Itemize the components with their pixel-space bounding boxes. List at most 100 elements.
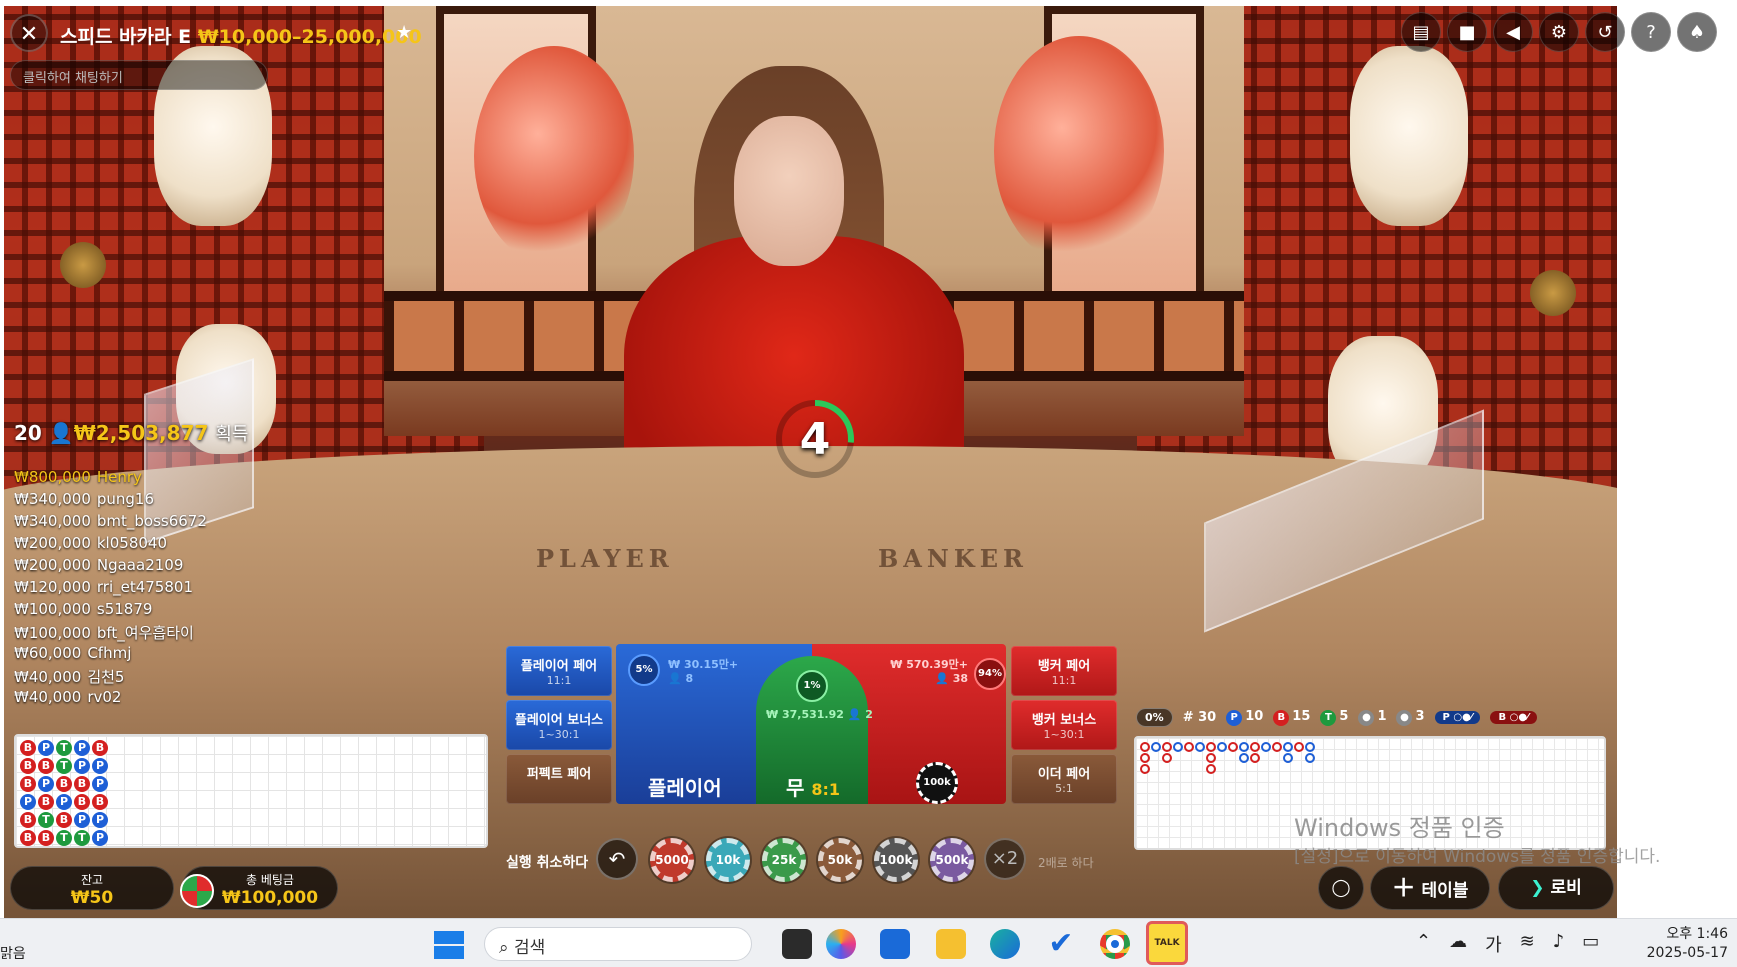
big-road-marker — [1140, 753, 1150, 763]
big-road-marker — [1206, 742, 1216, 752]
lobby-game-icon[interactable]: ♠ — [1677, 12, 1717, 52]
player-bonus-label: 플레이어 보너스 — [514, 713, 604, 728]
dealer-face — [734, 116, 844, 266]
balance-box: 잔고 ₩50 — [10, 866, 174, 910]
winner-amount: ₩340,000 — [14, 490, 91, 508]
tie-odds: 8:1 — [811, 780, 841, 799]
top-toolbar: ▤ ■ ◀ ⚙ ↺ ? ♠ — [1401, 12, 1717, 52]
winner-amount: ₩40,000 — [14, 668, 82, 686]
lobby-button[interactable]: ❯ 로비 — [1498, 866, 1614, 910]
weather-widget[interactable]: 맑음 — [0, 943, 26, 963]
winners-summary: 20 👤₩2,503,877 획득 — [14, 420, 248, 446]
double-button[interactable]: ×2 — [984, 838, 1026, 880]
sound-icon[interactable]: ◀ — [1493, 12, 1533, 52]
big-road-marker — [1228, 742, 1238, 752]
chat-input[interactable]: 클릭하여 채팅하기 — [10, 60, 268, 90]
banker-bonus-bet[interactable]: 뱅커 보너스 1~30:1 — [1011, 700, 1117, 750]
bead: T — [38, 812, 54, 828]
winners-label: 획득 — [215, 424, 249, 445]
big-road-marker — [1140, 764, 1150, 774]
stats-rounds: # 30 — [1182, 709, 1217, 725]
bead: P — [38, 776, 54, 792]
tie-badge-icon: T — [1320, 709, 1337, 726]
chat-toggle-button[interactable]: ◯ — [1318, 866, 1364, 910]
copilot-icon[interactable] — [826, 929, 856, 959]
chat-icon[interactable]: ▤ — [1401, 12, 1441, 52]
big-road-marker — [1272, 742, 1282, 752]
close-button[interactable]: ✕ — [10, 14, 48, 52]
ime-indicator[interactable]: 가 — [1485, 931, 1502, 957]
bead: P — [74, 740, 90, 756]
bead: P — [20, 794, 36, 810]
chip-10k[interactable]: 10k — [706, 838, 750, 882]
user-icon: 👤 — [48, 421, 74, 445]
player-pair-bet[interactable]: 플레이어 페어 11:1 — [506, 646, 612, 696]
bead: B — [20, 740, 36, 756]
store-icon[interactable] — [880, 929, 910, 959]
windows-start-icon[interactable] — [434, 931, 464, 959]
kakaotalk-icon[interactable]: TALK — [1146, 921, 1188, 965]
bead: P — [92, 776, 108, 792]
chip-100k[interactable]: 100k — [874, 838, 918, 882]
winner-row: ₩200,000 Ngaaa2109 — [14, 556, 254, 578]
tie-bet-area[interactable]: 1% ₩ 37,531.92 👤 2 무 8:1 — [756, 656, 873, 804]
chip-500k[interactable]: 500k — [930, 838, 974, 882]
banker-pair-icon: ● — [1396, 709, 1413, 726]
double-label: 2배로 하다 — [1038, 856, 1094, 870]
volume-icon[interactable]: ♪ — [1553, 931, 1565, 957]
clock-time: 오후 1:46 — [1666, 926, 1728, 942]
countdown-timer: 4 — [774, 398, 856, 480]
winner-name: Ngaaa2109 — [96, 556, 184, 574]
big-road-marker — [1173, 742, 1183, 752]
winner-amount: ₩120,000 — [14, 578, 91, 596]
blossom-tree — [994, 36, 1164, 266]
either-pair-bet[interactable]: 이더 페어 5:1 — [1011, 754, 1117, 804]
help-icon[interactable]: ? — [1631, 12, 1671, 52]
favorite-star-icon[interactable]: ★ — [396, 22, 412, 43]
undo-label: 실행 취소하다 — [506, 855, 589, 871]
banker-amount: ₩ 570.39만+ 👤 38 — [890, 658, 968, 685]
bead-road[interactable]: BBBPBBPBPBTBTTBPBTPPBBPTBPPBPP — [14, 734, 488, 848]
winner-amount: ₩40,000 — [14, 688, 82, 706]
player-bonus-odds: 1~30:1 — [538, 728, 580, 741]
edge-icon[interactable] — [990, 929, 1020, 959]
balance-value: ₩50 — [70, 888, 114, 908]
winner-amount: ₩200,000 — [14, 534, 91, 552]
bead: B — [56, 776, 72, 792]
file-explorer-icon[interactable] — [936, 929, 966, 959]
player-badge-icon: P — [1226, 709, 1243, 726]
onedrive-icon[interactable]: ☁ — [1449, 931, 1467, 957]
history-icon[interactable]: ↺ — [1585, 12, 1625, 52]
winner-row: ₩340,000 pung16 — [14, 490, 254, 512]
taskbar-search[interactable]: ⌕ 검색 — [484, 927, 752, 961]
add-table-button[interactable]: ＋ 테이블 — [1370, 866, 1490, 910]
tie-pct: 1% — [796, 670, 828, 702]
wifi-icon[interactable]: ≋ — [1520, 931, 1535, 957]
chip-25k[interactable]: 25k — [762, 838, 806, 882]
battery-icon[interactable]: ▭ — [1582, 931, 1599, 957]
taskbar-clock[interactable]: 오후 1:46 2025-05-17 — [1636, 925, 1728, 963]
activation-watermark-title: Windows 정품 인증 — [1294, 814, 1505, 842]
banker-pair-bet[interactable]: 뱅커 페어 11:1 — [1011, 646, 1117, 696]
player-amount: ₩ 30.15만+ 👤 8 — [668, 658, 739, 685]
player-bonus-bet[interactable]: 플레이어 보너스 1~30:1 — [506, 700, 612, 750]
medallion — [1530, 270, 1576, 316]
winner-name: 김천5 — [87, 668, 125, 686]
banker-ask-button[interactable]: B ○●⁄ — [1490, 710, 1537, 724]
video-icon[interactable]: ■ — [1447, 12, 1487, 52]
chevron-up-icon[interactable]: ⌃ — [1416, 931, 1431, 957]
undo-button[interactable]: ↶ — [596, 838, 638, 880]
player-ask-button[interactable]: P ○●⁄ — [1434, 710, 1481, 724]
winner-name: rv02 — [87, 688, 122, 706]
chip-50k[interactable]: 50k — [818, 838, 862, 882]
task-view-icon[interactable] — [782, 929, 812, 959]
bead: B — [20, 830, 36, 846]
total-bet-title: 총 베팅금 — [246, 873, 294, 887]
todo-check-icon[interactable]: ✔ — [1046, 929, 1076, 959]
perfect-pair-bet[interactable]: 퍼펙트 페어 — [506, 754, 612, 804]
chrome-icon[interactable] — [1100, 929, 1130, 959]
chip-5000[interactable]: 5000 — [650, 838, 694, 882]
bead: P — [74, 758, 90, 774]
settings-icon[interactable]: ⚙ — [1539, 12, 1579, 52]
stats-pct: 0% — [1136, 707, 1173, 727]
